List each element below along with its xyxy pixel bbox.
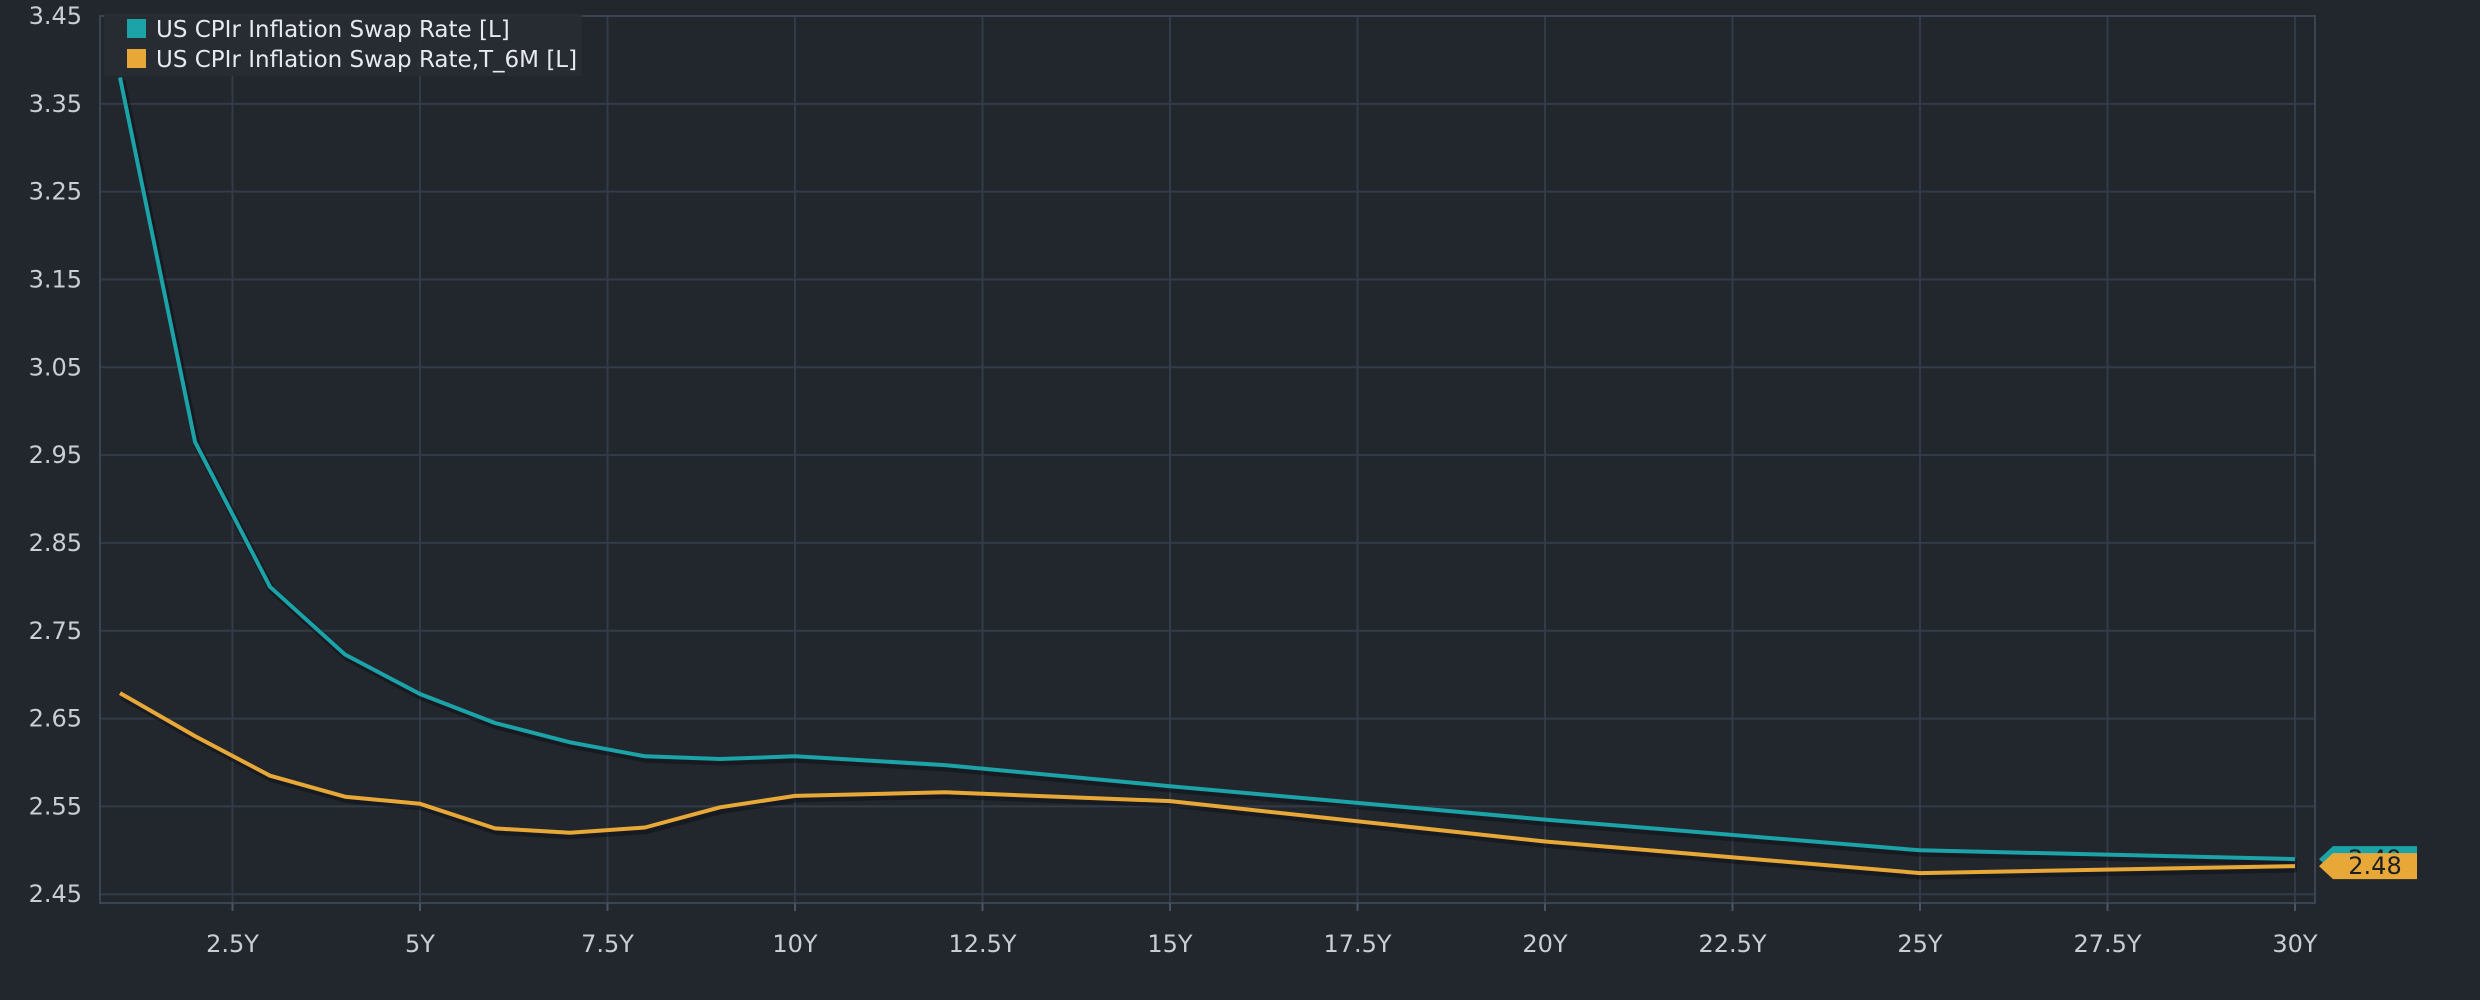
x-tick-label: 5Y <box>405 930 435 958</box>
x-tick-label: 27.5Y <box>2073 930 2141 958</box>
y-tick-label: 3.05 <box>29 353 82 381</box>
legend-item-2[interactable]: US CPIr Inflation Swap Rate,T_6M [L] <box>127 47 577 73</box>
legend-swatch <box>127 49 146 68</box>
y-tick-label: 2.85 <box>29 529 82 557</box>
y-tick-label: 3.25 <box>29 178 82 206</box>
x-tick-label: 2.5Y <box>206 930 259 958</box>
x-tick-label: 15Y <box>1147 930 1193 958</box>
y-tick-label: 3.45 <box>29 2 82 30</box>
end-value-label: 2.48 <box>2348 852 2401 880</box>
x-tick-label: 10Y <box>772 930 818 958</box>
end-value-tag-2: 2.48 <box>2319 852 2417 880</box>
y-tick-label: 2.55 <box>29 792 82 820</box>
y-tick-label: 3.35 <box>29 90 82 118</box>
swap-curve-chart: 3.45 3.35 3.25 3.15 3.05 2.95 2.85 2.75 2.65 2.55… <box>0 0 2480 1000</box>
legend[interactable]: US CPIr Inflation Swap Rate [L] US CPIr I… <box>104 14 582 76</box>
y-tick-label: 2.45 <box>29 880 82 908</box>
legend-item-1[interactable]: US CPIr Inflation Swap Rate [L] <box>127 17 510 43</box>
x-tick-label: 12.5Y <box>948 930 1016 958</box>
legend-swatch <box>127 19 146 38</box>
y-tick-label: 2.65 <box>29 705 82 733</box>
y-tick-label: 2.95 <box>29 441 82 469</box>
y-tick-label: 3.15 <box>29 265 82 293</box>
legend-label: US CPIr Inflation Swap Rate,T_6M [L] <box>156 47 577 73</box>
x-tick-label: 17.5Y <box>1323 930 1391 958</box>
x-tick-label: 22.5Y <box>1698 930 1766 958</box>
x-tick-label: 30Y <box>2272 930 2318 958</box>
y-tick-label: 2.75 <box>29 617 82 645</box>
x-tick-label: 7.5Y <box>581 930 634 958</box>
x-tick-label: 20Y <box>1522 930 1568 958</box>
x-tick-label: 25Y <box>1897 930 1943 958</box>
legend-label: US CPIr Inflation Swap Rate [L] <box>156 17 510 43</box>
end-labels: 2.492.48 <box>2319 845 2417 880</box>
